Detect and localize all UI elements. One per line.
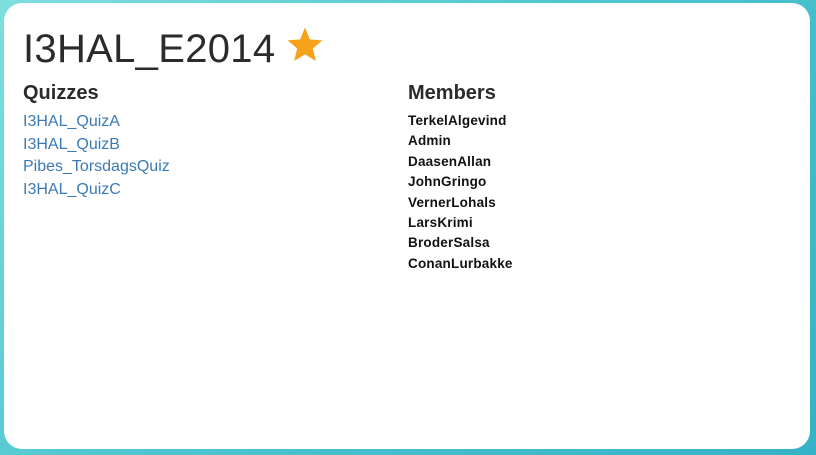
quiz-list: I3HAL_QuizA I3HAL_QuizB Pibes_TorsdagsQu…	[23, 111, 383, 201]
group-title: I3HAL_E2014	[23, 27, 276, 71]
quizzes-heading: Quizzes	[23, 82, 99, 104]
member-list: TerkelAlgevind Admin DaasenAllan JohnGri…	[408, 111, 788, 274]
group-header: I3HAL_E2014	[23, 26, 325, 72]
quiz-link[interactable]: I3HAL_QuizC	[23, 179, 383, 202]
members-heading: Members	[408, 82, 496, 104]
members-section: Members TerkelAlgevind Admin DaasenAllan…	[408, 81, 788, 274]
member-item: ConanLurbakke	[408, 255, 513, 271]
quiz-link[interactable]: Pibes_TorsdagsQuiz	[23, 156, 383, 179]
member-item: TerkelAlgevind	[408, 113, 507, 128]
quiz-link[interactable]: I3HAL_QuizA	[23, 111, 383, 134]
member-item: VernerLohals	[408, 194, 496, 210]
member-item: LarsKrimi	[408, 215, 473, 231]
quiz-link[interactable]: I3HAL_QuizB	[23, 134, 383, 157]
member-item: Admin	[408, 133, 451, 149]
member-item: DaasenAllan	[408, 153, 492, 169]
group-card: I3HAL_E2014 Quizzes I3HAL_QuizA I3HAL_Qu…	[4, 3, 810, 449]
member-item: BroderSalsa	[408, 235, 490, 251]
star-icon[interactable]	[285, 25, 325, 65]
quizzes-section: Quizzes I3HAL_QuizA I3HAL_QuizB Pibes_To…	[23, 81, 383, 201]
member-item: JohnGringo	[408, 174, 487, 190]
